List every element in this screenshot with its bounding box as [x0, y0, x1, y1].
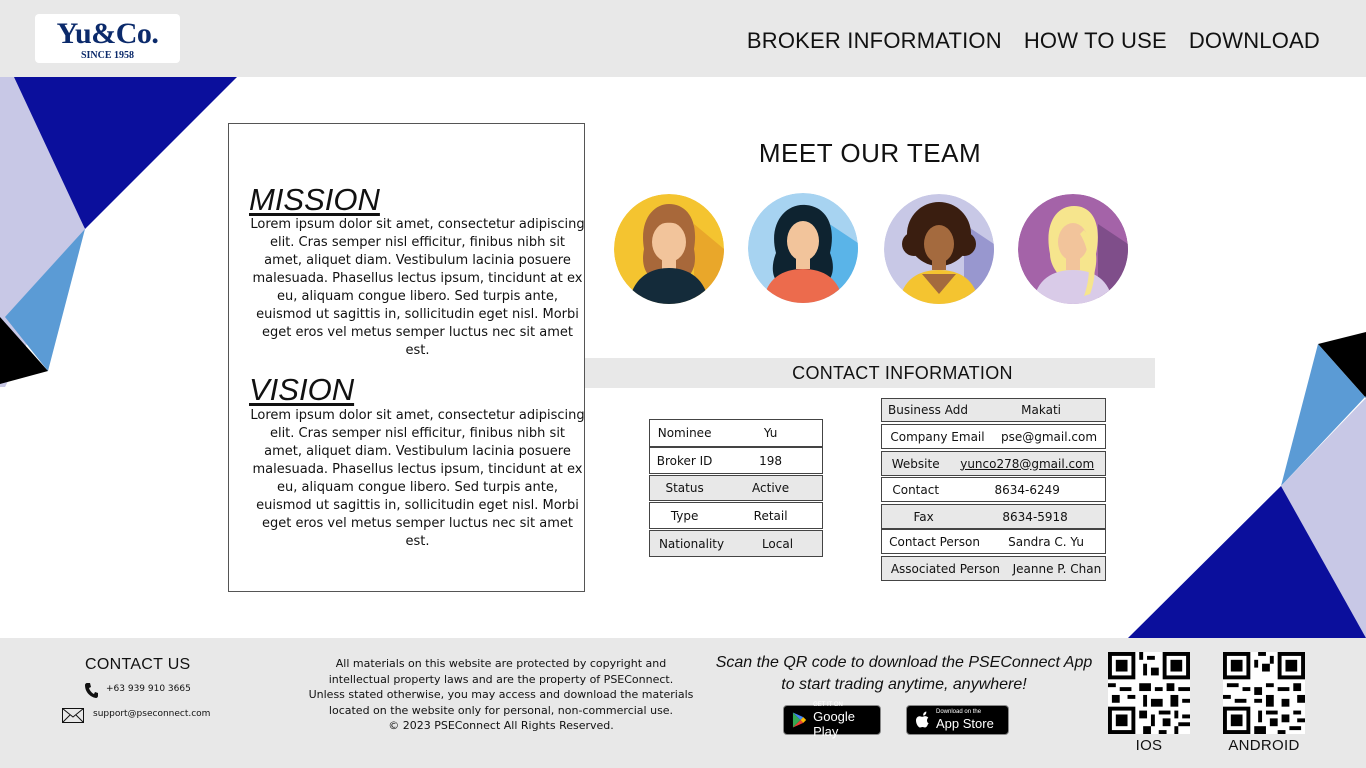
- info-value: Sandra C. Yu: [1008, 534, 1084, 549]
- contact-phone[interactable]: +63 939 910 3665: [106, 684, 191, 694]
- app-store-label: App Store: [936, 716, 994, 731]
- google-play-small-label: GET IT ON: [813, 701, 843, 708]
- team-title: MEET OUR TEAM: [758, 138, 982, 168]
- mission-vision-card: MISSION Lorem ipsum dolor sit amet, cons…: [228, 123, 585, 592]
- info-label: Contact Person: [889, 534, 980, 549]
- info-label: Associated Person: [890, 561, 1001, 576]
- google-play-label: Google Play: [813, 708, 856, 739]
- qr-code-android[interactable]: [1223, 652, 1305, 734]
- scan-qr-text: Scan the QR code to download the PSEConn…: [715, 654, 1093, 693]
- website-link[interactable]: yunco278@gmail.com: [949, 457, 1105, 471]
- info-value: Jeanne P. Chan: [1012, 561, 1102, 576]
- nav-broker-information[interactable]: BROKER INFORMATION: [747, 28, 1002, 54]
- vision-heading: VISION: [249, 372, 355, 407]
- app-store-button[interactable]: Download on the App Store: [906, 705, 1009, 735]
- mail-icon: [62, 708, 84, 723]
- google-play-icon: [792, 712, 807, 728]
- info-row-company-email: Company Email pse@gmail.com: [881, 424, 1106, 449]
- info-label: Status: [665, 481, 704, 495]
- legal-line: Unless stated otherwise, you may access …: [308, 688, 694, 702]
- apple-icon: [916, 711, 929, 728]
- right-decoration: [1128, 332, 1366, 638]
- legal-line: located on the website only for personal…: [328, 703, 674, 717]
- legal-line: All materials on this website are protec…: [335, 657, 667, 670]
- info-label: Nationality: [658, 536, 725, 551]
- info-row-business-add: Business Add Makati: [881, 398, 1106, 422]
- qr-code-ios[interactable]: [1108, 652, 1190, 734]
- phone-icon: [85, 683, 98, 698]
- mission-heading: MISSION: [249, 182, 380, 217]
- qr-android-label: ANDROID: [1228, 737, 1300, 754]
- vision-text: Lorem ipsum dolor sit amet, consectetur …: [250, 408, 585, 549]
- info-row-type: Type Retail: [649, 502, 823, 529]
- info-label: Nominee: [657, 426, 712, 440]
- google-play-button[interactable]: GET IT ON Google Play: [783, 701, 881, 739]
- contact-us-title: CONTACT US: [85, 656, 191, 673]
- logo-subtext: SINCE 1958: [80, 50, 135, 61]
- brand-logo[interactable]: Yu&Co. SINCE 1958: [35, 14, 180, 63]
- info-value: Active: [752, 481, 790, 495]
- header: Yu&Co. SINCE 1958 BROKER INFORMATION HOW…: [0, 0, 1366, 77]
- info-row-status: Status Active: [649, 475, 823, 501]
- team-member-avatar-1: [614, 194, 724, 304]
- info-value: 8634-5918: [1002, 509, 1068, 524]
- info-row-broker-id: Broker ID 198: [649, 447, 823, 474]
- logo-text: Yu&Co.: [56, 17, 159, 50]
- info-value: pse@gmail.com: [1000, 429, 1098, 444]
- footer: CONTACT US +63 939 910 3665 support@psec…: [0, 638, 1366, 768]
- info-row-website: Website yunco278@gmail.com: [881, 451, 1106, 476]
- info-value: Yu: [763, 426, 778, 440]
- info-row-associated-person: Associated Person Jeanne P. Chan: [881, 556, 1106, 581]
- info-value: 8634-6249: [994, 482, 1060, 497]
- legal-notice: All materials on this website are protec…: [305, 656, 697, 734]
- info-label: Contact: [892, 482, 940, 497]
- qr-ios-label: IOS: [1135, 737, 1163, 754]
- info-row-contact-person: Contact Person Sandra C. Yu: [881, 529, 1106, 554]
- info-label: Company Email: [890, 429, 985, 444]
- left-decoration: [0, 77, 237, 387]
- info-value: Retail: [753, 508, 788, 523]
- legal-line: intellectual property laws and are the p…: [328, 672, 674, 686]
- info-label: Website: [891, 456, 940, 471]
- info-value: Makati: [1021, 403, 1061, 417]
- copyright: © 2023 PSEConnect All Rights Reserved.: [388, 719, 614, 733]
- team-member-avatar-2: [748, 193, 858, 303]
- mission-text: Lorem ipsum dolor sit amet, consectetur …: [250, 217, 585, 358]
- contact-email[interactable]: support@pseconnect.com: [93, 709, 210, 719]
- info-label: Broker ID: [656, 453, 713, 468]
- info-label: Type: [670, 508, 699, 523]
- nav-download[interactable]: DOWNLOAD: [1189, 28, 1320, 54]
- team-member-avatar-3: [884, 194, 994, 304]
- app-store-small-label: Download on the: [936, 709, 982, 715]
- info-label: Business Add: [888, 403, 968, 417]
- main-nav: BROKER INFORMATION HOW TO USE DOWNLOAD: [747, 28, 1320, 54]
- info-value: Local: [761, 536, 794, 551]
- nav-how-to-use[interactable]: HOW TO USE: [1024, 28, 1167, 54]
- info-value: 198: [759, 453, 783, 468]
- info-row-nationality: Nationality Local: [649, 530, 823, 557]
- contact-info-title: CONTACT INFORMATION: [585, 358, 1155, 388]
- info-row-fax: Fax 8634-5918: [881, 504, 1106, 529]
- info-label: Fax: [913, 509, 934, 524]
- info-row-contact: Contact 8634-6249: [881, 477, 1106, 502]
- info-row-nominee: Nominee Yu: [649, 419, 823, 447]
- team-member-avatar-4: [1018, 194, 1128, 304]
